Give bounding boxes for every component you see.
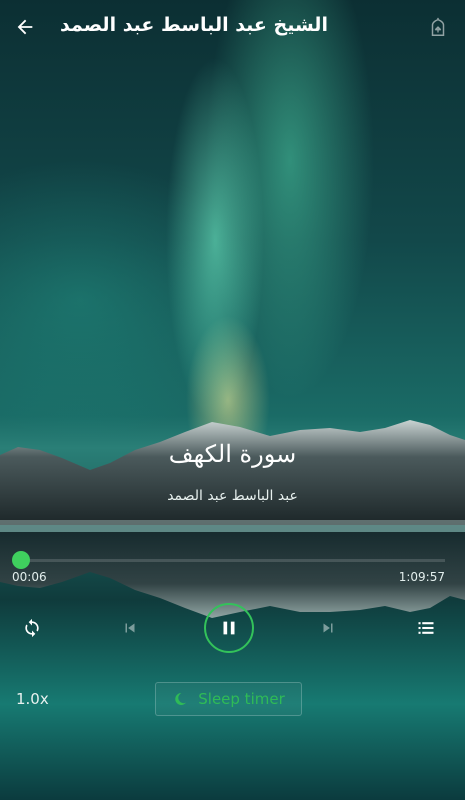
repeat-icon	[25, 618, 39, 638]
playlist-button[interactable]	[414, 616, 438, 640]
surah-name: سورة الكهف	[168, 440, 297, 468]
play-pause-button[interactable]	[204, 603, 254, 653]
progress-thumb[interactable]	[12, 551, 30, 569]
home-mosque-icon	[431, 17, 445, 36]
sleep-timer-button[interactable]: Sleep timer	[155, 682, 302, 716]
skip-previous-icon	[125, 623, 135, 633]
moon-icon	[175, 692, 187, 705]
total-time: 1:09:57	[398, 570, 445, 584]
page-title: الشيخ عبد الباسط عبد الصمد	[60, 14, 328, 36]
skip-next-icon	[323, 623, 333, 633]
back-button[interactable]	[8, 10, 42, 44]
progress-bar[interactable]	[12, 551, 445, 569]
sleep-timer-label: Sleep timer	[198, 690, 285, 708]
arrow-left-icon	[17, 19, 33, 35]
reciter-name: عبد الباسط عبد الصمد	[167, 488, 298, 504]
previous-button[interactable]	[118, 616, 142, 640]
playlist-icon	[418, 622, 434, 634]
elapsed-time: 00:06	[12, 570, 47, 584]
repeat-button[interactable]	[18, 614, 46, 642]
playback-speed-button[interactable]: 1.0x	[16, 690, 49, 708]
pause-icon	[223, 621, 235, 635]
mountain-background	[0, 420, 465, 618]
app-bar: الشيخ عبد الباسط عبد الصمد	[0, 0, 465, 56]
home-button[interactable]	[425, 14, 451, 40]
next-button[interactable]	[316, 616, 340, 640]
